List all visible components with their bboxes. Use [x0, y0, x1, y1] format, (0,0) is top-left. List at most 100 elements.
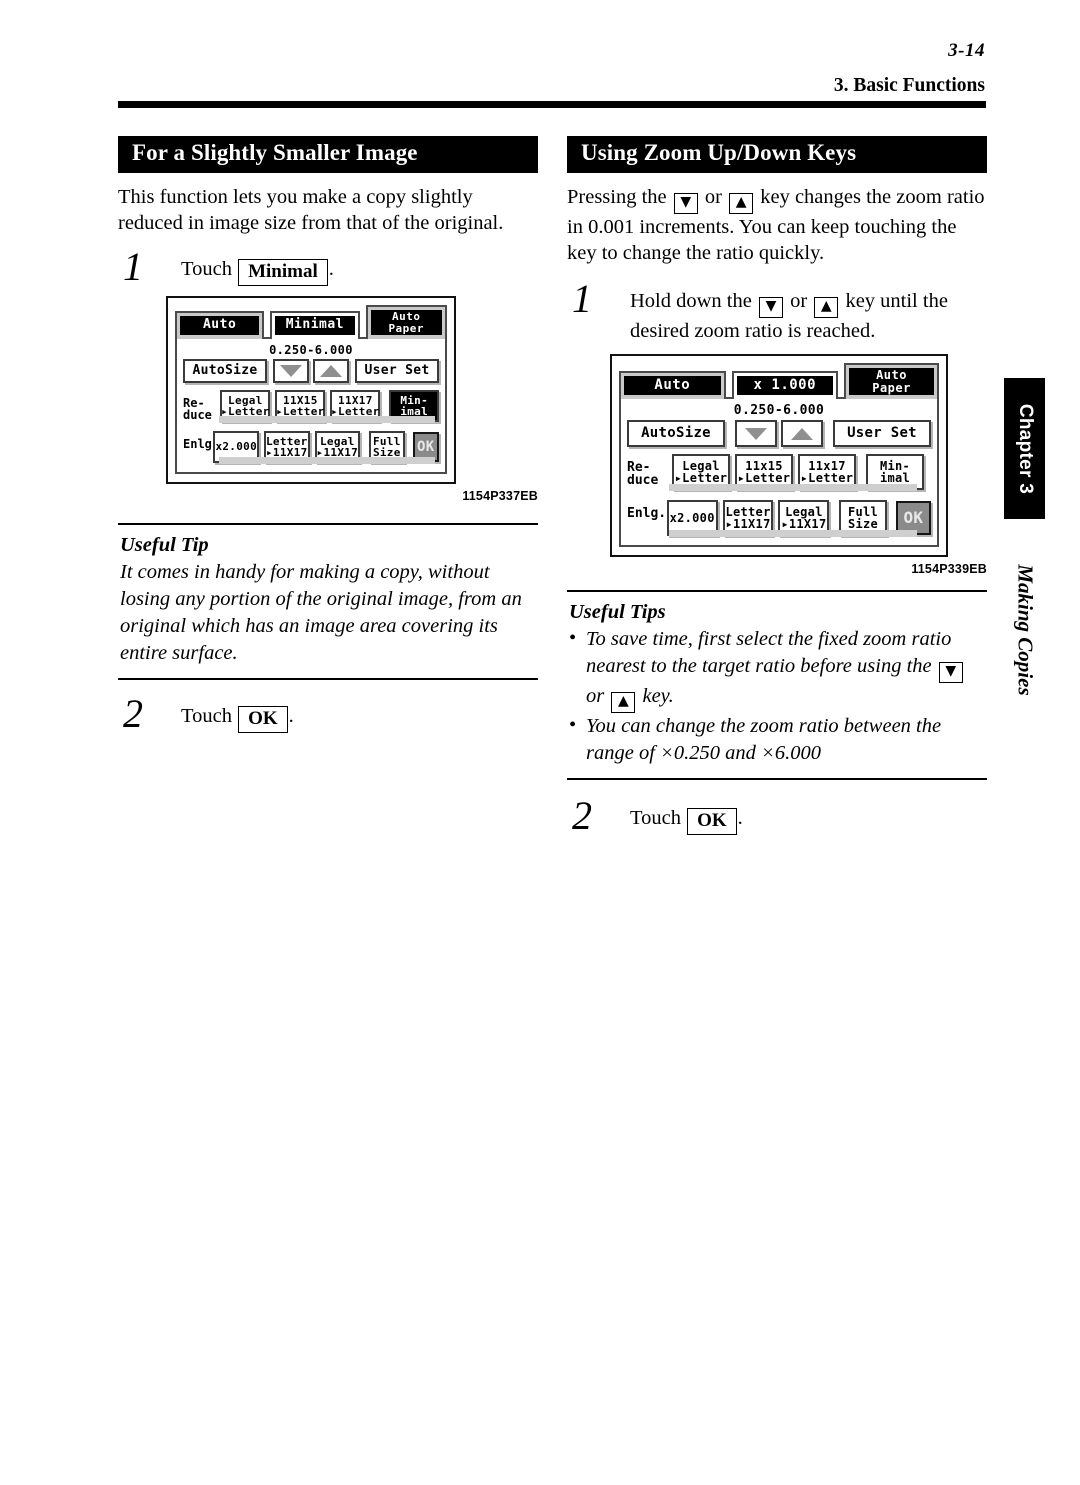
- lcd-left-autosize-button[interactable]: AutoSize: [183, 358, 267, 383]
- lcd-left-tab-minimal-label: Minimal: [275, 316, 355, 335]
- down-arrow-key-icon-2[interactable]: ▼: [758, 297, 783, 319]
- right-tip-1-a: To save time, first select the fixed zoo…: [586, 628, 952, 678]
- right-step-2-prefix: Touch: [630, 807, 681, 830]
- up-triangle-icon: [791, 427, 813, 440]
- right-useful-tips-title: Useful Tips: [569, 601, 666, 624]
- lcd-left-body: 0.250-6.000 AutoSize User Set Re- duce L…: [175, 336, 447, 474]
- left-step-2-suffix: .: [288, 705, 294, 728]
- down-arrow-key-icon-1[interactable]: ▼: [673, 192, 698, 214]
- lcd-right-zoom-up-button[interactable]: [781, 420, 823, 448]
- chapter-section-label-wrap: Making Copies: [1004, 545, 1045, 715]
- lcd-left-ratio-range: 0.250-6.000: [269, 342, 353, 357]
- lcd-left-tab-autopaper[interactable]: Auto Paper: [365, 305, 448, 339]
- left-step-1-text: Touch Minimal.: [181, 253, 538, 286]
- right-step-2: 2 Touch OK.: [567, 796, 987, 836]
- lcd-left-tab-minimal[interactable]: Minimal: [270, 311, 360, 339]
- right-tip-1-b: key.: [642, 685, 674, 708]
- up-arrow-key-icon-1[interactable]: ▲: [729, 192, 754, 214]
- lcd-right-tab-autopaper-line1: Auto: [876, 368, 907, 383]
- lcd-right-reduce-label: Re- duce: [627, 460, 659, 489]
- lcd-left-zoom-up-button[interactable]: [313, 358, 349, 383]
- right-step-1-a: Hold down the: [630, 290, 752, 313]
- lcd-right-enlarge-btn-1-line2: ▸11X17: [725, 517, 771, 532]
- right-tip-2-text: You can change the zoom ratio between th…: [586, 715, 942, 765]
- lcd-left-enlarge-label: Enlg.: [183, 436, 220, 451]
- lcd-right-reduce-btn-0-line2: ▸Letter: [674, 471, 728, 486]
- lcd-right-enlarge-btn-0-line1: x2.000: [669, 510, 715, 525]
- lcd-right-reduce-btn-3-line2: imal: [879, 471, 911, 486]
- left-step-1-prefix: Touch: [181, 258, 232, 281]
- minimal-key-label[interactable]: Minimal: [238, 259, 328, 286]
- lcd-left-tab-auto[interactable]: Auto: [175, 311, 265, 339]
- lcd-right-tab-autopaper-line2: Paper: [872, 380, 911, 395]
- right-figure: Auto x 1.000 Auto Paper 0.250-6.000 Auto…: [610, 354, 987, 576]
- lcd-right-reduce-btn-1-line2: ▸Letter: [737, 471, 791, 486]
- lcd-left-row-controls: AutoSize User Set: [183, 358, 439, 383]
- lcd-right-body: 0.250-6.000 AutoSize User Set Re- duce L…: [619, 397, 939, 548]
- left-figure: Auto Minimal Auto Paper 0.250-6.000 Auto…: [166, 296, 538, 503]
- lcd-left-arrow-pair: [273, 358, 349, 383]
- right-step-1-number: 1: [572, 276, 592, 322]
- lcd-panel-right: Auto x 1.000 Auto Paper 0.250-6.000 Auto…: [610, 354, 948, 558]
- lcd-right-zoom-down-button[interactable]: [735, 420, 777, 448]
- right-step-1-text: Hold down the ▼ or ▲ key until the desir…: [630, 285, 987, 345]
- lcd-left-enlarge-row: Enlg. x2.000 Letter ▸11X17 Legal ▸11X17: [183, 430, 439, 464]
- chapter-tab: Chapter 3: [1004, 378, 1045, 519]
- up-arrow-key-icon-2[interactable]: ▲: [814, 297, 839, 319]
- lcd-right-reduce-row: Re- duce Legal ▸Letter 11x15 ▸Letter 11x…: [627, 454, 931, 492]
- left-useful-tip-body: It comes in handy for making a copy, wit…: [120, 560, 522, 665]
- section-title-right: Using Zoom Up/Down Keys: [567, 136, 987, 173]
- running-head: 3. Basic Functions: [833, 75, 985, 96]
- lcd-left-tab-auto-label: Auto: [180, 316, 260, 335]
- bullet-icon-1: •: [569, 627, 577, 650]
- lcd-right-tab-row: Auto x 1.000 Auto Paper: [619, 363, 939, 400]
- header-rule: [118, 101, 986, 108]
- chapter-section-label: Making Copies: [1013, 564, 1037, 696]
- section-title-left: For a Slightly Smaller Image: [118, 136, 538, 173]
- right-step-2-number: 2: [572, 793, 592, 839]
- right-intro-paragraph: Pressing the ▼ or ▲ key changes the zoom…: [567, 184, 987, 267]
- left-step-1: 1 Touch Minimal.: [118, 247, 538, 287]
- lcd-right-autosize-button[interactable]: AutoSize: [627, 420, 725, 448]
- lcd-right-row-controls: AutoSize User Set: [627, 420, 931, 448]
- lcd-panel-left: Auto Minimal Auto Paper 0.250-6.000 Auto…: [166, 296, 456, 484]
- right-figure-caption: 1154P339EB: [911, 562, 987, 577]
- lcd-left-tab-autopaper-face: Auto Paper: [370, 310, 443, 335]
- lcd-left-reduce-row: Re- duce Legal ▸Letter 11X15 ▸Letter 11X…: [183, 389, 439, 423]
- lcd-right-tab-autopaper[interactable]: Auto Paper: [844, 363, 939, 400]
- ok-key-label-left[interactable]: OK: [238, 706, 288, 733]
- lcd-left-tab-autopaper-line2: Paper: [388, 321, 425, 335]
- down-triangle-icon: [280, 364, 302, 377]
- lcd-right-enlarge-shadow: [669, 530, 917, 538]
- up-arrow-key-icon-3[interactable]: ▲: [611, 692, 636, 714]
- up-triangle-icon: [320, 364, 342, 377]
- lcd-right-enlarge-row: Enlg. x2.000 Letter ▸11X17 Legal ▸11X17: [627, 500, 931, 538]
- left-useful-tip: Useful Tip It comes in handy for making …: [118, 522, 538, 681]
- right-step-2-suffix: .: [737, 807, 743, 830]
- right-intro-a: Pressing the: [567, 185, 667, 208]
- lcd-right-tab-ratio[interactable]: x 1.000: [731, 370, 839, 400]
- right-step-1-or: or: [790, 290, 808, 313]
- down-arrow-key-icon-3[interactable]: ▼: [938, 662, 963, 684]
- right-intro-or: or: [704, 185, 722, 208]
- lcd-right-tab-auto-label: Auto: [624, 375, 721, 396]
- right-column: Using Zoom Up/Down Keys Pressing the ▼ o…: [567, 136, 987, 836]
- lcd-right-ratio-range: 0.250-6.000: [733, 403, 825, 419]
- lcd-left-userset-button[interactable]: User Set: [355, 358, 439, 383]
- right-step-2-text: Touch OK.: [630, 802, 987, 835]
- right-tip-1-or: or: [586, 685, 605, 708]
- lcd-right-enlarge-btn-3-line2: Size: [847, 517, 879, 532]
- lcd-right-userset-button[interactable]: User Set: [833, 420, 931, 448]
- right-step-1: 1 Hold down the ▼ or ▲ key until the des…: [567, 279, 987, 345]
- chapter-tab-label: Chapter 3: [1014, 403, 1036, 494]
- lcd-left-tab-autopaper-line1: Auto: [392, 310, 421, 324]
- lcd-left-reduce-shadow: [219, 415, 435, 423]
- lcd-right-tab-auto[interactable]: Auto: [619, 370, 726, 400]
- bullet-icon-2: •: [569, 714, 577, 737]
- lcd-left-zoom-down-button[interactable]: [273, 358, 309, 383]
- down-triangle-icon: [745, 427, 767, 440]
- right-useful-tips-bullet-1: • To save time, first select the fixed z…: [569, 626, 985, 714]
- left-step-2-text: Touch OK.: [181, 700, 538, 733]
- lcd-right-enlarge-btn-2-line2: ▸11X17: [781, 517, 827, 532]
- ok-key-label-right[interactable]: OK: [687, 808, 737, 835]
